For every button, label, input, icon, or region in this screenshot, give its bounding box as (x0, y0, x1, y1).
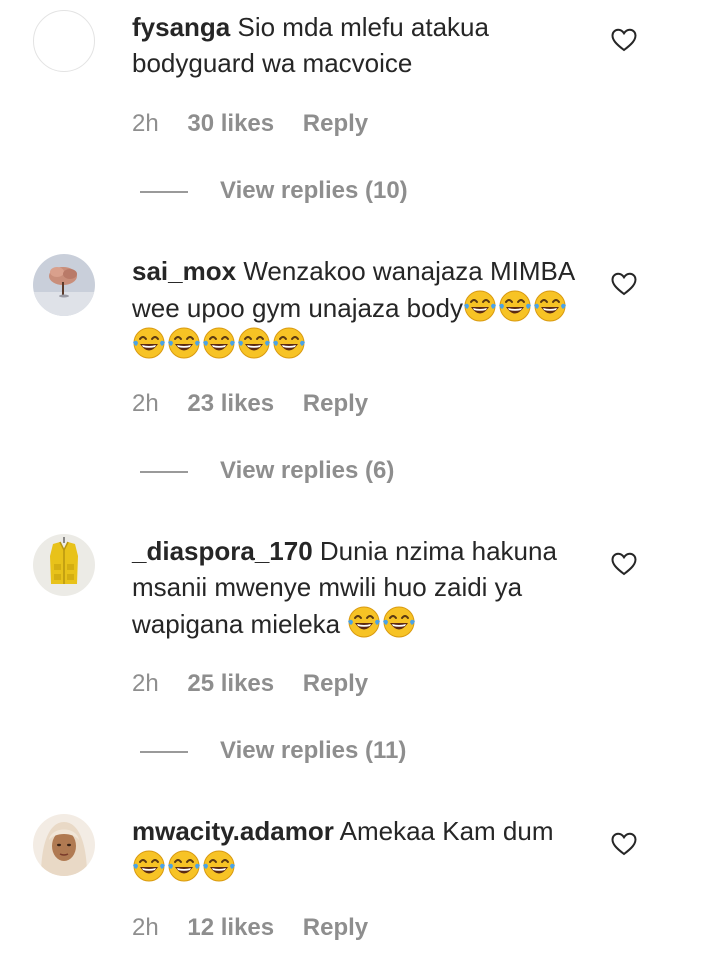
reply-button[interactable]: Reply (303, 390, 368, 417)
face-with-tears-of-joy-icon (463, 289, 497, 323)
face-with-tears-of-joy-icon (533, 289, 567, 323)
face-with-tears-of-joy-icon (202, 326, 236, 360)
avatar[interactable] (33, 814, 95, 876)
tree-photo-icon (33, 254, 95, 316)
emoji-group (347, 606, 417, 639)
heart-icon[interactable] (611, 832, 637, 856)
yellow-vest-icon (33, 534, 95, 596)
view-replies-label: View replies (10) (220, 177, 408, 204)
reply-button[interactable]: Reply (303, 914, 368, 941)
person-hijab-icon (33, 814, 95, 876)
face-with-tears-of-joy-icon (132, 326, 166, 360)
face-with-tears-of-joy-icon (167, 326, 201, 360)
view-replies-button[interactable]: View replies (11) (140, 736, 406, 766)
face-with-tears-of-joy-icon (347, 605, 381, 639)
comment-meta: 2h 25 likes Reply (132, 669, 368, 699)
heart-icon[interactable] (611, 272, 637, 296)
comment-text: _diaspora_170 Dunia nzima hakuna msanii … (132, 533, 587, 642)
comment-time: 2h (132, 670, 159, 697)
avatar[interactable] (33, 254, 95, 316)
face-with-tears-of-joy-icon (237, 326, 271, 360)
comment-likes[interactable]: 30 likes (187, 110, 274, 137)
face-with-tears-of-joy-icon (202, 849, 236, 883)
face-with-tears-of-joy-icon (272, 326, 306, 360)
comment-text: mwacity.adamor Amekaa Kam dum (132, 813, 587, 886)
divider-line (140, 470, 188, 473)
face-with-tears-of-joy-icon (498, 289, 532, 323)
comment-likes[interactable]: 23 likes (187, 390, 274, 417)
divider-line (140, 750, 188, 753)
comment-likes[interactable]: 12 likes (187, 914, 274, 941)
heart-icon[interactable] (611, 28, 637, 52)
reply-button[interactable]: Reply (303, 110, 368, 137)
comment-body: Amekaa Kam dum (339, 816, 554, 846)
face-with-tears-of-joy-icon (132, 849, 166, 883)
comment-meta: 2h 30 likes Reply (132, 109, 368, 139)
comment-time: 2h (132, 390, 159, 417)
comment-text: fysanga Sio mda mlefu atakua bodyguard w… (132, 9, 587, 81)
comment-username[interactable]: sai_mox (132, 256, 236, 286)
comment-username[interactable]: _diaspora_170 (132, 536, 313, 566)
comment-meta: 2h 12 likes Reply (132, 913, 368, 943)
comment-likes[interactable]: 25 likes (187, 670, 274, 697)
comment-username[interactable]: fysanga (132, 12, 230, 42)
view-replies-label: View replies (6) (220, 457, 395, 484)
emoji-group (132, 850, 237, 883)
reply-button[interactable]: Reply (303, 670, 368, 697)
comment-list: fysanga Sio mda mlefu atakua bodyguard w… (0, 0, 720, 957)
face-with-tears-of-joy-icon (167, 849, 201, 883)
comment-username[interactable]: mwacity.adamor (132, 816, 334, 846)
comment-time: 2h (132, 914, 159, 941)
view-replies-button[interactable]: View replies (6) (140, 456, 394, 486)
avatar[interactable] (33, 534, 95, 596)
comment-time: 2h (132, 110, 159, 137)
avatar[interactable] (33, 10, 95, 72)
face-with-tears-of-joy-icon (382, 605, 416, 639)
divider-line (140, 190, 188, 193)
heart-icon[interactable] (611, 552, 637, 576)
view-replies-label: View replies (11) (220, 737, 407, 764)
comment-text: sai_mox Wenzakoo wanajaza MIMBA wee upoo… (132, 253, 587, 363)
comment-meta: 2h 23 likes Reply (132, 389, 368, 419)
view-replies-button[interactable]: View replies (10) (140, 176, 408, 206)
